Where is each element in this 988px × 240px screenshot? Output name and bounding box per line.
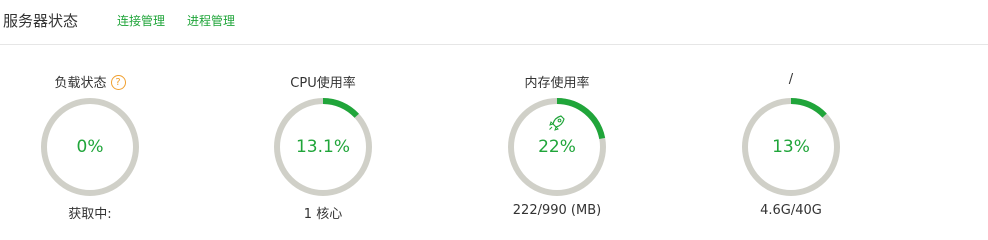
gauge-label: / (788, 72, 794, 87)
progress-ring: 0% (40, 97, 140, 197)
gauge-label-text: 负载状态 (54, 76, 107, 91)
gauge-value: 13% (772, 137, 810, 157)
gauge-memory[interactable]: 内存使用率 22% 222/990 (MB) (477, 45, 637, 233)
gauge-subtext: 1 核心 (303, 207, 343, 222)
process-management-link[interactable]: 进程管理 (187, 12, 235, 29)
page-title: 服务器状态 (3, 12, 79, 30)
gauge-load: 负载状态? 0% 获取中: (10, 45, 170, 233)
gauge-label: CPU使用率 (290, 76, 356, 91)
gauge-label: 负载状态? (10, 72, 170, 91)
gauge-value: 0% (76, 137, 104, 157)
help-icon[interactable]: ? (110, 75, 126, 90)
gauge-subtext: 获取中: (68, 207, 112, 222)
progress-ring[interactable]: 22% (507, 97, 607, 197)
gauge-subtext: 222/990 (MB) (512, 203, 602, 218)
gauge-disk: / 13% 4.6G/40G (711, 45, 871, 233)
connection-management-link[interactable]: 连接管理 (117, 12, 165, 29)
gauge-value: 13.1% (295, 137, 350, 157)
gauge-subtext: 4.6G/40G (760, 203, 822, 218)
gauge-value: 22% (538, 137, 576, 157)
header: 服务器状态 连接管理 进程管理 (0, 0, 988, 45)
progress-ring: 13% (741, 97, 841, 197)
gauge-cpu: CPU使用率 13.1% 1 核心 (243, 45, 403, 233)
progress-ring: 13.1% (273, 97, 373, 197)
gauge-label: 内存使用率 (524, 76, 590, 91)
